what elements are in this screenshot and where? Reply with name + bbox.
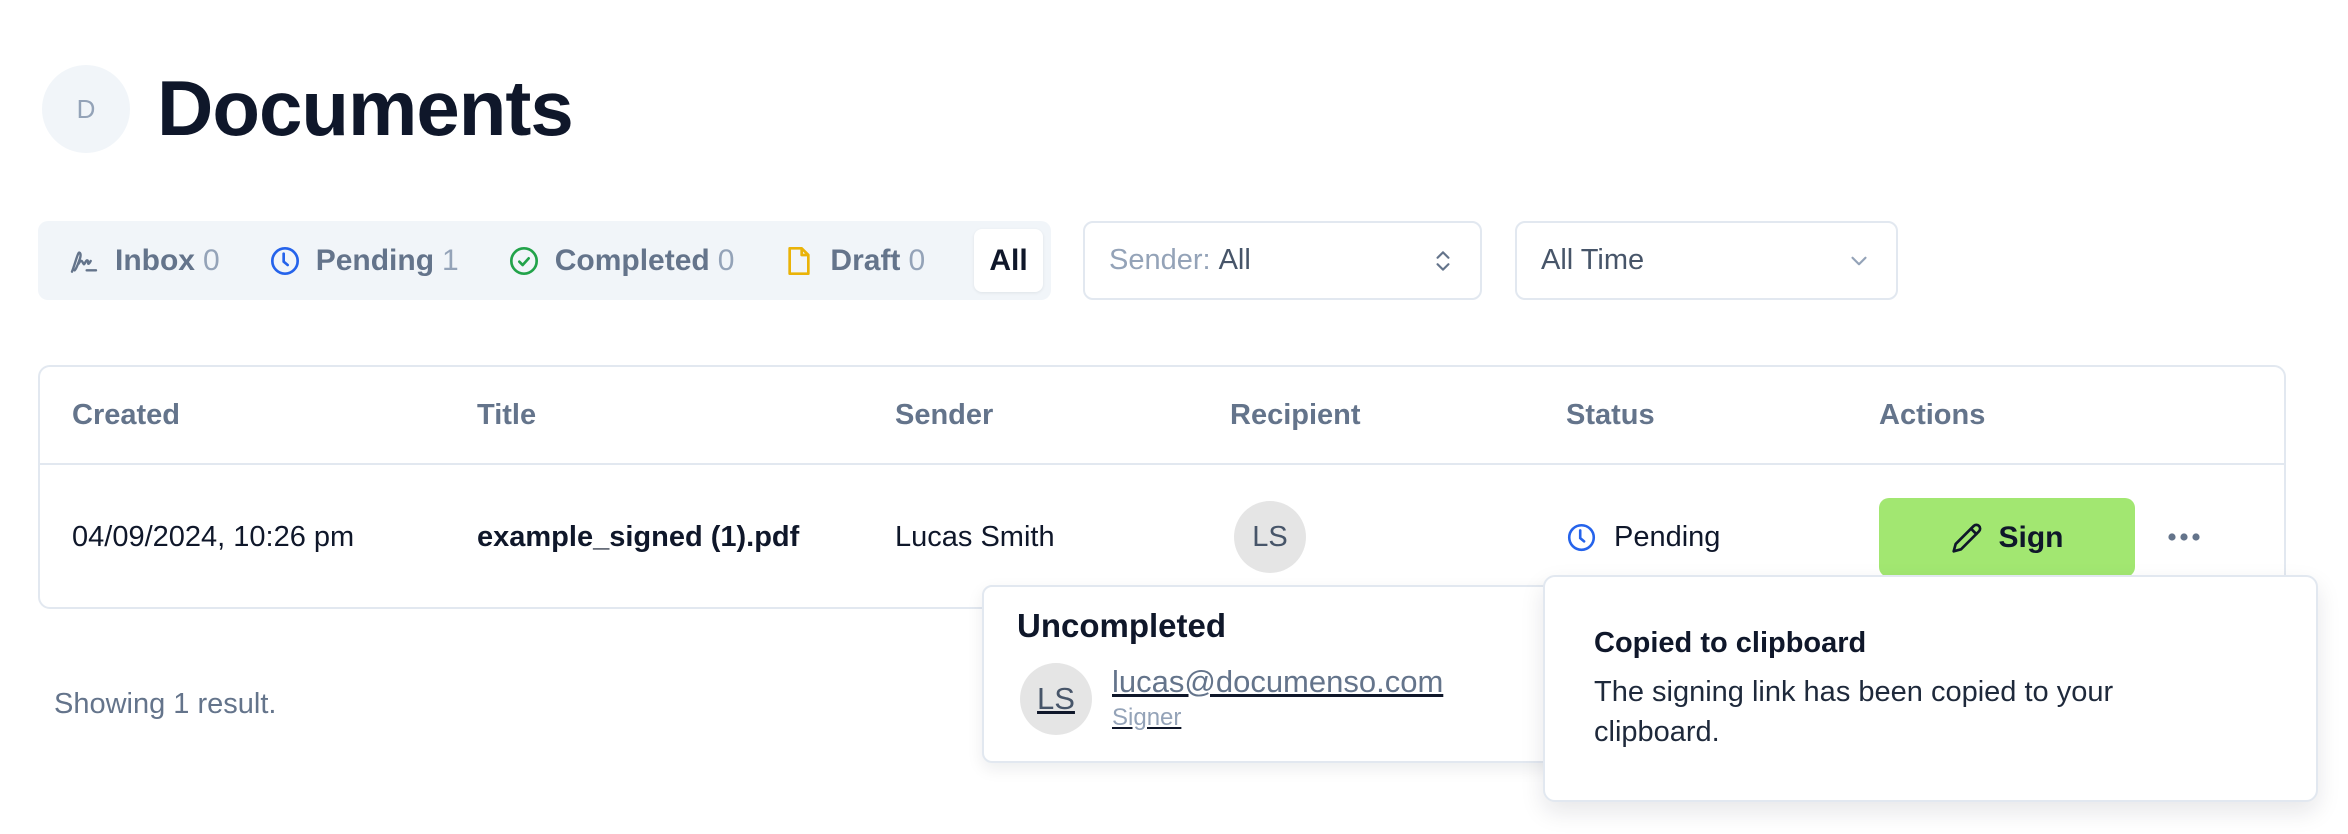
- documents-table: Created Title Sender Recipient Status Ac…: [38, 365, 2286, 609]
- tab-inbox[interactable]: Inbox 0: [68, 229, 220, 292]
- toast-title: Copied to clipboard: [1594, 627, 1867, 659]
- popover-title: Uncompleted: [1017, 607, 1227, 644]
- column-header-actions: Actions: [1879, 398, 1986, 431]
- recipient-popover: Uncompleted LS lucas@documenso.com Signe…: [982, 585, 1582, 763]
- period-filter-value: All Time: [1541, 244, 1645, 276]
- sender-filter-value: All: [1218, 244, 1251, 276]
- more-horizontal-icon: [2168, 533, 2200, 541]
- popover-recipient-email[interactable]: lucas@documenso.com: [1112, 664, 1443, 700]
- tab-inbox-label: Inbox: [115, 243, 195, 277]
- table-header: Created Title Sender Recipient Status Ac…: [40, 367, 2284, 465]
- tab-all-label: All: [989, 243, 1028, 277]
- workspace-avatar[interactable]: D: [42, 65, 130, 153]
- tab-draft[interactable]: Draft 0: [783, 229, 925, 292]
- tab-draft-count: 0: [908, 243, 926, 277]
- cell-title[interactable]: example_signed (1).pdf: [477, 465, 799, 609]
- column-header-title: Title: [477, 398, 537, 431]
- tab-pending-count: 1: [442, 243, 459, 277]
- chevrons-up-down-icon: [1436, 250, 1450, 271]
- chevron-down-icon: [1851, 256, 1867, 265]
- signature-icon: [70, 250, 98, 273]
- column-header-created: Created: [72, 398, 180, 431]
- tab-completed-label: Completed: [554, 243, 710, 277]
- toast-message: The signing link has been copied to your…: [1594, 676, 2114, 748]
- tab-all[interactable]: All: [974, 229, 1043, 292]
- more-actions-button[interactable]: [2164, 517, 2204, 557]
- status-tabs: Inbox 0 Pending 1 Completed 0 Draft 0 Al…: [38, 221, 1051, 300]
- status-label: Pending: [1614, 520, 1721, 553]
- clock-icon: [270, 246, 299, 275]
- tab-pending-label: Pending: [315, 243, 435, 277]
- column-header-sender: Sender: [895, 398, 994, 431]
- tab-completed[interactable]: Completed 0: [508, 229, 735, 292]
- popover-recipient-role: Signer: [1112, 704, 1182, 731]
- sign-button-label: Sign: [1998, 520, 2064, 554]
- toast-notification: Copied to clipboard The signing link has…: [1543, 575, 2318, 802]
- page-title: Documents: [157, 64, 574, 152]
- file-icon: [788, 246, 811, 275]
- column-header-status: Status: [1566, 398, 1655, 431]
- cell-created: 04/09/2024, 10:26 pm: [72, 520, 355, 553]
- check-circle-icon: [509, 246, 538, 275]
- tab-inbox-count: 0: [203, 243, 220, 277]
- clock-icon: [1567, 523, 1596, 551]
- sender-filter-select[interactable]: Sender: All: [1083, 221, 1482, 300]
- result-count: Showing 1 result.: [54, 688, 277, 720]
- period-filter-select[interactable]: All Time: [1515, 221, 1898, 300]
- pencil-icon: [1951, 523, 1981, 553]
- sender-filter-label: Sender:: [1109, 244, 1211, 276]
- tab-completed-count: 0: [717, 243, 735, 277]
- recipient-avatar[interactable]: LS: [1234, 501, 1306, 573]
- popover-recipient-avatar: LS: [1020, 663, 1092, 735]
- tab-pending[interactable]: Pending 1: [269, 229, 459, 292]
- column-header-recipient: Recipient: [1230, 398, 1361, 431]
- tab-draft-label: Draft: [830, 243, 901, 277]
- sign-button[interactable]: Sign: [1879, 498, 2135, 577]
